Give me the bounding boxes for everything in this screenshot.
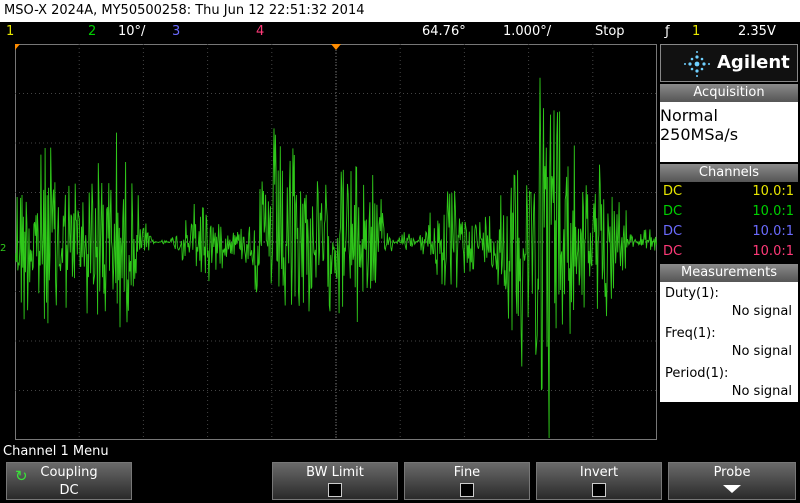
- trigger-edge-icon: ƒ: [665, 24, 670, 39]
- graticule: [15, 44, 657, 440]
- acquisition-header: Acquisition: [660, 84, 798, 102]
- time-delay: 64.76°: [422, 24, 466, 39]
- brand-name: Agilent: [717, 52, 790, 73]
- channel-row-2: DC 10.0:1: [660, 203, 798, 221]
- measurement-value: No signal: [731, 344, 792, 359]
- channel-coupling: DC: [663, 204, 683, 219]
- softkey-label: BW Limit: [306, 465, 364, 480]
- ch2-indicator[interactable]: 2: [88, 22, 96, 42]
- ch2-scale: 10°/: [118, 24, 146, 39]
- ch2-ground-marker[interactable]: 2: [0, 243, 15, 259]
- softkey-label: Invert: [579, 465, 619, 480]
- checkbox-icon: [328, 483, 342, 497]
- channel-coupling: DC: [663, 184, 683, 199]
- measurements-box: Duty(1): No signal Freq(1): No signal Pe…: [660, 282, 798, 402]
- fine-softkey[interactable]: Fine: [404, 462, 530, 500]
- spark-icon: [684, 51, 710, 77]
- ch1-indicator[interactable]: 1: [6, 22, 14, 42]
- status-bar: 1 2 10°/ 3 4 64.76° 1.000°/ Stop ƒ 1 2.3…: [0, 22, 800, 42]
- measurement-label: Duty(1):: [665, 286, 719, 301]
- channels-header: Channels: [660, 164, 798, 182]
- ch3-indicator[interactable]: 3: [172, 22, 180, 42]
- acquisition-mode: Normal: [660, 106, 718, 125]
- probe-softkey[interactable]: Probe: [668, 462, 796, 500]
- measurements-header: Measurements: [660, 264, 798, 282]
- checkbox-icon: [592, 483, 606, 497]
- channel-row-1: DC 10.0:1: [660, 183, 798, 201]
- trigger-channel: 1: [692, 24, 701, 39]
- agilent-logo: Agilent: [660, 44, 798, 82]
- sample-rate: 250MSa/s: [660, 125, 739, 144]
- measurement-value: No signal: [731, 304, 792, 319]
- waveform-display[interactable]: [15, 44, 657, 440]
- channel-probe: 10.0:1: [752, 244, 794, 259]
- ch4-indicator[interactable]: 4: [256, 22, 264, 42]
- channel-row-4: DC 10.0:1: [660, 243, 798, 261]
- softkey-label: Fine: [453, 465, 481, 480]
- measurement-label: Freq(1):: [665, 326, 716, 341]
- right-panel: Agilent Acquisition Normal 250MSa/s Chan…: [660, 44, 800, 440]
- timebase: 1.000°/: [503, 24, 552, 39]
- channel-coupling: DC: [663, 224, 683, 239]
- run-state: Stop: [595, 24, 625, 39]
- channel-coupling: DC: [663, 244, 683, 259]
- channel-row-3: DC 10.0:1: [660, 223, 798, 241]
- channel-probe: 10.0:1: [752, 184, 794, 199]
- measurement-label: Period(1):: [665, 366, 729, 381]
- channel-probe: 10.0:1: [752, 204, 794, 219]
- softkey-label: Probe: [713, 465, 751, 480]
- submenu-arrow-icon: [723, 485, 741, 493]
- softkey-value: DC: [59, 483, 79, 498]
- bw-limit-softkey[interactable]: BW Limit: [272, 462, 398, 500]
- checkbox-icon: [460, 483, 474, 497]
- invert-softkey[interactable]: Invert: [536, 462, 662, 500]
- acquisition-box: Normal 250MSa/s: [660, 102, 798, 162]
- measurement-value: No signal: [731, 384, 792, 399]
- channel-probe: 10.0:1: [752, 224, 794, 239]
- coupling-softkey[interactable]: ↻ Coupling DC: [6, 462, 132, 500]
- trigger-level: 2.35V: [738, 24, 776, 39]
- menu-title: Channel 1 Menu: [3, 444, 109, 459]
- rotate-knob-icon: ↻: [15, 467, 28, 485]
- window-title: MSO-X 2024A, MY50500258: Thu Jun 12 22:5…: [0, 0, 800, 22]
